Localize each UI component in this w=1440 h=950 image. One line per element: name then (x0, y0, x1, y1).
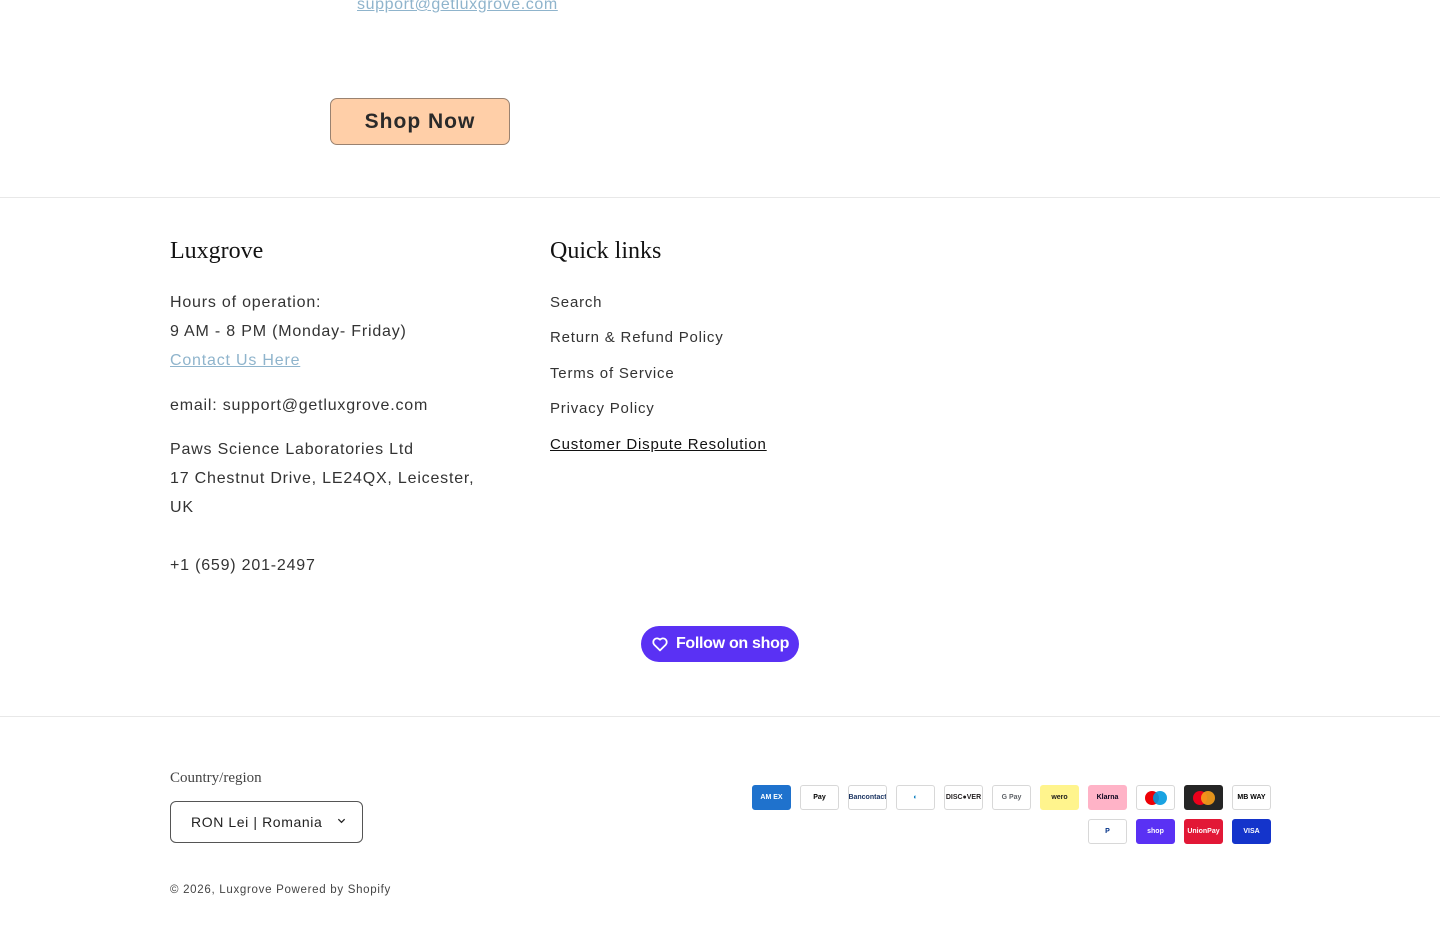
quick-links-list: Search Return & Refund Policy Terms of S… (550, 292, 767, 469)
shop-pay-icon: shop (1136, 819, 1175, 844)
phone-number: +1 (659) 201-2497 (170, 557, 316, 574)
country-region-value: RON Lei | Romania (191, 814, 323, 830)
maestro-icon (1136, 785, 1175, 810)
company-name: Paws Science Laboratories Ltd (170, 441, 414, 458)
quick-link-search[interactable]: Search (550, 292, 767, 327)
country-region-select[interactable]: RON Lei | Romania (170, 801, 363, 843)
section-divider (0, 197, 1440, 198)
diners-club-icon: ◐ (896, 785, 935, 810)
footer-brand-title: Luxgrove (170, 238, 264, 264)
amex-icon: AM EX (752, 785, 791, 810)
bancontact-icon: Bancontact (848, 785, 887, 810)
copyright-prefix: © 2026, (170, 884, 220, 896)
quick-link-terms-of-service[interactable]: Terms of Service (550, 363, 767, 398)
follow-on-shop-label: Follow on shop (675, 635, 790, 652)
mb-way-icon: MB WAY (1232, 785, 1271, 810)
country-region-label: Country/region (170, 770, 262, 786)
google-pay-icon: G Pay (992, 785, 1031, 810)
unionpay-icon: UnionPay (1184, 819, 1223, 844)
shop-now-button[interactable]: Shop Now (330, 98, 510, 145)
support-email-link[interactable]: support@getluxgrove.com (357, 0, 558, 14)
wero-icon: wero (1040, 785, 1079, 810)
contact-us-link[interactable]: Contact Us Here (170, 352, 300, 369)
chevron-down-icon (337, 818, 346, 824)
brand-link[interactable]: Luxgrove (219, 884, 272, 896)
apple-pay-icon: Pay (800, 785, 839, 810)
discover-icon: DISC●VER (944, 785, 983, 810)
quick-links-title: Quick links (550, 238, 662, 264)
follow-on-shop-button[interactable]: Follow on shop (641, 626, 799, 662)
visa-icon: VISA (1232, 819, 1271, 844)
klarna-icon: Klarna (1088, 785, 1127, 810)
hours-value: 9 AM - 8 PM (Monday- Friday) (170, 323, 407, 340)
quick-link-privacy-policy[interactable]: Privacy Policy (550, 398, 767, 433)
quick-link-refund-policy[interactable]: Return & Refund Policy (550, 327, 767, 362)
heart-icon (652, 637, 668, 652)
address-line-1: 17 Chestnut Drive, LE24QX, Leicester, (170, 470, 475, 487)
hours-label: Hours of operation: (170, 294, 322, 311)
copyright: © 2026, Luxgrove Powered by Shopify (170, 884, 391, 896)
mastercard-icon (1184, 785, 1223, 810)
address-line-2: UK (170, 499, 194, 516)
powered-by-shopify-link[interactable]: Powered by Shopify (276, 884, 391, 896)
paypal-icon: P (1088, 819, 1127, 844)
quick-link-dispute-resolution[interactable]: Customer Dispute Resolution (550, 434, 767, 469)
section-divider (0, 716, 1440, 717)
footer-email: email: support@getluxgrove.com (170, 397, 429, 414)
